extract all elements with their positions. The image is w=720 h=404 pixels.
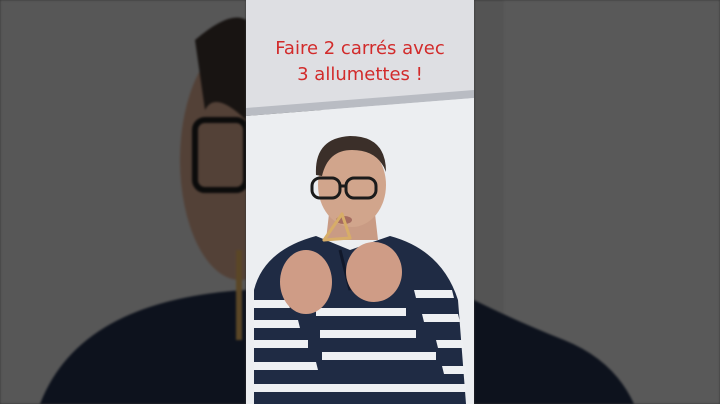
- blurred-background-right: [474, 0, 720, 404]
- video-caption: Faire 2 carrés avec 3 allumettes !: [246, 36, 474, 88]
- caption-line-1: Faire 2 carrés avec: [275, 38, 445, 59]
- video-center: Faire 2 carrés avec 3 allumettes !: [246, 0, 474, 404]
- video-frame: Faire 2 carrés avec 3 allumettes !: [0, 0, 720, 404]
- blurred-background-left: [0, 0, 246, 404]
- caption-line-2: 3 allumettes !: [297, 64, 423, 85]
